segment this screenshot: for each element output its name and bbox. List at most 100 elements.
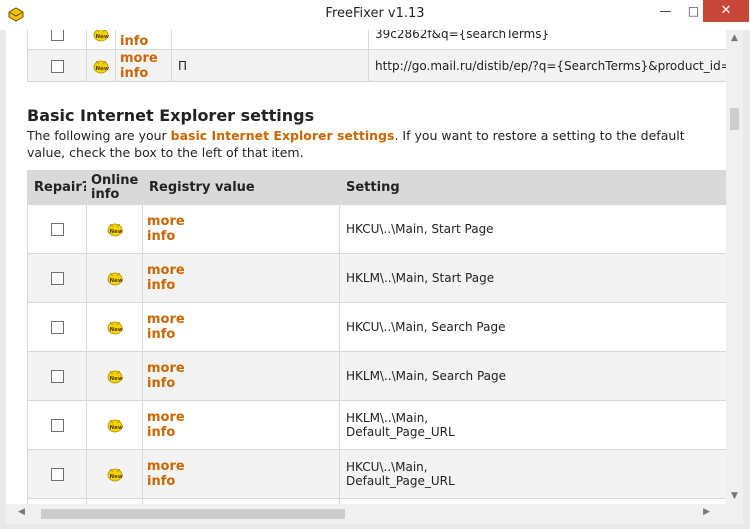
more-link-line2: info (147, 327, 176, 342)
repair-checkbox[interactable] (50, 59, 64, 73)
svg-text:New: New (109, 425, 122, 431)
new-info-icon: New (107, 321, 122, 335)
scroll-left-icon[interactable]: ◀ (18, 507, 25, 517)
column-header-repair: Repair? (27, 170, 87, 205)
more-info-link[interactable]: moreinfo (147, 361, 339, 391)
more-info-link[interactable]: moreinfo (120, 30, 171, 49)
window-frame-right (743, 30, 750, 529)
more-info-link[interactable]: moreinfo (147, 312, 339, 342)
svg-text:New: New (109, 376, 122, 382)
repair-checkbox[interactable] (50, 321, 64, 334)
registry-value-text: HKCU\..\Main, Search Page (346, 320, 506, 334)
table-row: New more info HKCU\..\Main, Default_Page_URL… (27, 449, 726, 499)
more-info-link[interactable]: moreinfo (120, 51, 171, 81)
scroll-right-icon[interactable]: ▶ (703, 507, 710, 517)
table-header-row: Repair? Online info Registry value Setti… (27, 170, 726, 205)
registry-value-cell (171, 30, 369, 50)
registry-value-cell: HKLM\..\Main, Search Page (339, 351, 726, 401)
repair-cell (27, 400, 87, 450)
close-button[interactable]: ✕ (703, 0, 749, 22)
svg-text:New: New (109, 474, 122, 480)
section-title: Basic Internet Explorer settings (27, 106, 315, 125)
registry-value-text: Default_Page_URL (346, 474, 455, 488)
more-info-link[interactable]: moreinfo (147, 263, 339, 293)
registry-value-text: HKCU\..\Main, (346, 460, 428, 474)
new-info-icon: New (107, 272, 122, 286)
more-info-link[interactable]: moreinfo (147, 410, 339, 440)
registry-value-cell: HKLM\..\Main, Start Page (339, 253, 726, 303)
ie-settings-table: Repair? Online info Registry value Setti… (27, 170, 726, 504)
more-info-link[interactable]: moreinfo (147, 214, 339, 244)
registry-value-text: П (178, 58, 188, 73)
registry-value-cell: HKLM\..\Main, Default_Page_URL (339, 400, 726, 450)
registry-value-text: HKLM\..\Main, (346, 411, 429, 425)
more-link-line1: more (147, 312, 185, 327)
svg-text:New: New (96, 66, 109, 72)
scrollbar-corner (726, 504, 743, 524)
registry-value-text: HKLM\..\Main, Search Page (346, 369, 507, 383)
table-row: NewmoreinfoHKCU\..\Main, Start Pagehttp:… (27, 204, 726, 254)
new-info-icon: New (107, 223, 122, 237)
svg-text:New: New (109, 278, 122, 284)
repair-cell (27, 449, 87, 499)
more-link-line1: more (147, 459, 185, 474)
intro-link[interactable]: basic Internet Explorer settings (171, 128, 395, 143)
svg-text:New: New (109, 327, 122, 333)
repair-checkbox[interactable] (50, 468, 64, 481)
registry-value-text: Default_Page_URL (346, 425, 455, 439)
more-info-cell: moreinfo (142, 253, 340, 303)
icon-cell: New (86, 449, 143, 499)
more-link-line2: info (147, 425, 176, 440)
online-header-line2: info (91, 186, 120, 202)
registry-value-cell: HKCU\..\Main, Start Page (339, 204, 726, 254)
repair-checkbox[interactable] (50, 272, 64, 285)
more-link-line2: info (120, 34, 149, 49)
more-link-line2: info (147, 376, 176, 391)
content-viewport: Newmoreinfo39c2862f&q={searchTerms}Newmo… (6, 30, 726, 504)
horizontal-scrollbar[interactable]: ◀ ▶ (6, 504, 726, 524)
more-link-line2: info (147, 229, 176, 244)
vertical-scrollbar[interactable]: ▲ ▼ (726, 30, 743, 504)
repair-cell (27, 30, 87, 50)
new-info-icon: New (93, 60, 109, 73)
registry-value-text: HKLM\..\Main, Start Page (346, 271, 495, 285)
online-header-line1: Online (91, 172, 139, 188)
repair-checkbox[interactable] (50, 223, 64, 236)
table-row: New moreinfo 39c2862f&q={searchTerms} (27, 30, 726, 50)
more-info-link[interactable]: moreinfo (147, 459, 339, 489)
previous-section-table: New moreinfo 39c2862f&q={searchTerms} New mo… (27, 30, 726, 82)
table-row: New more info Пhttp://go.mail.ru/distib/ep/… (27, 49, 726, 82)
repair-checkbox[interactable] (50, 370, 64, 383)
window-frame-bottom (0, 524, 750, 529)
new-info-icon: New (107, 370, 122, 384)
more-info-cell: moreinfo (142, 400, 340, 450)
more-link-line1: more (147, 263, 185, 278)
new-info-icon: New (107, 419, 122, 433)
icon-cell: New (86, 302, 143, 352)
horizontal-scroll-thumb[interactable] (41, 509, 345, 519)
repair-checkbox[interactable] (50, 30, 64, 41)
repair-cell (27, 49, 87, 82)
registry-value-cell: HKCU\..\Main, Default_Page_URL (339, 449, 726, 499)
more-info-cell: moreinfo (142, 449, 340, 499)
setting-cell: 39c2862f&q={searchTerms} (368, 30, 726, 50)
scroll-up-icon[interactable]: ▲ (726, 33, 743, 43)
icon-cell: New (86, 253, 143, 303)
table-row: New more info HKLM\..\Main, Default_Page_URL… (27, 400, 726, 450)
new-info-icon: New (107, 468, 122, 482)
setting-value-line: 39c2862f&q={searchTerms} (375, 30, 550, 41)
more-link-line1: more (147, 410, 185, 425)
icon-cell: New (86, 400, 143, 450)
repair-checkbox[interactable] (50, 419, 64, 432)
more-info-cell: moreinfo (142, 351, 340, 401)
repair-cell (27, 253, 87, 303)
table-row: NewmoreinfoHKLM\..\Main, Search Pagehttp… (27, 351, 726, 401)
scroll-down-icon[interactable]: ▼ (726, 491, 743, 501)
column-header-online-info: Online info (86, 170, 143, 205)
more-link-line2: info (147, 278, 176, 293)
column-header-registry-value: Registry value (142, 170, 340, 205)
minimize-button[interactable]: — (652, 0, 679, 22)
vertical-scroll-thumb[interactable] (730, 108, 739, 130)
more-link-line1: more (120, 50, 158, 66)
window-title: FreeFixer v1.13 (325, 6, 425, 21)
